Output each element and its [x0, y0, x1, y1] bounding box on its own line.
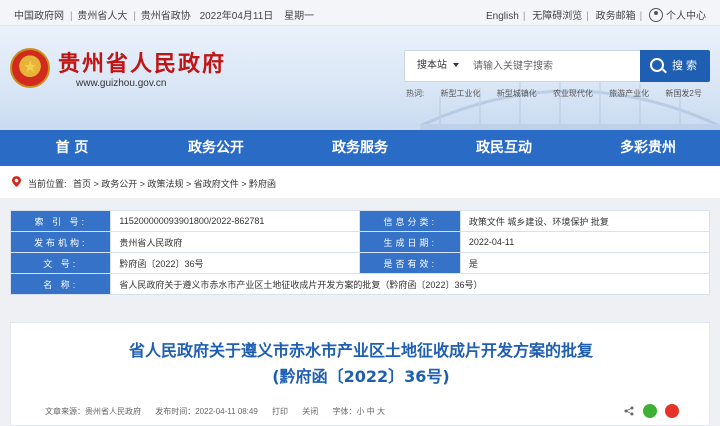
nav-item-home[interactable]: 首 页	[0, 130, 144, 166]
breadcrumb-path[interactable]: 首页 > 政务公开 > 政策法规 > 省政府文件 > 黔府函	[73, 179, 276, 189]
valid-value: 是	[459, 252, 711, 274]
table-row: 发布机构: 贵州省人民政府 生成日期: 2022-04-11	[9, 231, 711, 253]
table-row: 名 称: 省人民政府关于遵义市赤水市产业区土地征收成片开发方案的批复（黔府函〔2…	[9, 273, 710, 295]
category-label: 信息分类:	[359, 210, 461, 232]
current-date: 2022年04月11日	[199, 11, 274, 22]
top-bar: 中国政府网 | 贵州省人大 | 贵州省政协 2022年04月11日 星期一 Engl…	[0, 0, 720, 26]
search-bar: 搜本站 搜 索	[404, 50, 710, 82]
hot-word[interactable]: 旅游产业化	[609, 89, 649, 98]
user-icon[interactable]	[649, 8, 663, 22]
document-info-table: 索 引 号: 115200000093901800/2022-862781 信息…	[9, 210, 711, 295]
date-label: 生成日期:	[359, 231, 461, 253]
search-button[interactable]: 搜 索	[640, 50, 710, 82]
docno-value: 黔府函〔2022〕36号	[110, 252, 361, 274]
personal-center-link[interactable]: 个人中心	[666, 11, 706, 22]
article-title: 省人民政府关于遵义市赤水市产业区土地征收成片开发方案的批复	[128, 341, 593, 360]
share-icon[interactable]	[624, 406, 634, 416]
english-link[interactable]: English	[486, 11, 519, 22]
index-label: 索 引 号:	[9, 210, 112, 232]
nav-item-gov-affairs-open[interactable]: 政务公开	[144, 130, 288, 166]
article-source: 文章来源：贵州省人民政府	[45, 407, 141, 416]
search-button-label: 搜 索	[672, 60, 698, 72]
caret-down-icon	[453, 63, 459, 67]
hot-words: 热词: 新型工业化 新型城镇化 农业现代化 旅游产业化 新国发2号	[406, 88, 716, 99]
font-size-control[interactable]: 字体：小 中 大	[333, 407, 385, 416]
location-pin-icon	[12, 176, 21, 187]
search-icon	[650, 58, 664, 72]
search-scope-label: 搜本站	[417, 60, 447, 71]
site-url: www.guizhou.gov.cn	[76, 78, 167, 89]
search-input[interactable]	[467, 51, 643, 81]
current-weekday: 星期一	[284, 11, 315, 22]
close-link[interactable]: 关闭	[302, 407, 318, 416]
main-nav: 首 页 政务公开 政务服务 政民互动 多彩贵州	[0, 130, 720, 166]
issuer-label: 发布机构:	[9, 231, 112, 253]
weibo-icon[interactable]	[665, 403, 679, 418]
hot-word[interactable]: 农业现代化	[553, 89, 593, 98]
category-value: 政策文件 城乡建设、环境保护 批复	[459, 210, 711, 232]
site-header: 贵州省人民政府 www.guizhou.gov.cn 搜本站 搜 索 热词: 新…	[0, 26, 720, 130]
name-label: 名 称:	[9, 273, 112, 295]
wechat-icon[interactable]	[642, 403, 657, 418]
name-value: 省人民政府关于遵义市赤水市产业区土地征收成片开发方案的批复（黔府函〔2022〕3…	[110, 273, 710, 295]
top-right-links: English | 无障碍浏览 | 政务邮箱 | 个人中心	[486, 7, 706, 22]
search-scope-dropdown[interactable]: 搜本站	[405, 51, 465, 81]
link-provincial-congress[interactable]: 贵州省人大	[77, 11, 127, 22]
hot-word[interactable]: 新型工业化	[440, 89, 480, 98]
hot-word[interactable]: 新国发2号	[665, 89, 701, 98]
nav-item-colorful-guizhou[interactable]: 多彩贵州	[576, 130, 720, 166]
article-meta: 文章来源：贵州省人民政府 发布时间：2022-04-11 08:49 打印 关闭…	[45, 406, 397, 417]
valid-label: 是否有效:	[359, 252, 461, 274]
date-value: 2022-04-11	[459, 231, 711, 253]
national-emblem-icon	[10, 48, 50, 88]
table-row: 索 引 号: 115200000093901800/2022-862781 信息…	[9, 210, 711, 232]
table-row: 文 号: 黔府函〔2022〕36号 是否有效: 是	[9, 252, 711, 274]
article-doc-number: (黔府函〔2022〕36号)	[272, 367, 450, 386]
issuer-value: 贵州省人民政府	[110, 231, 361, 253]
docno-label: 文 号:	[9, 252, 112, 274]
hot-word[interactable]: 新型城镇化	[497, 89, 537, 98]
print-link[interactable]: 打印	[272, 407, 288, 416]
site-title[interactable]: 贵州省人民政府	[58, 46, 226, 78]
index-value: 115200000093901800/2022-862781	[110, 210, 361, 232]
accessibility-link[interactable]: 无障碍浏览	[532, 11, 582, 22]
nav-item-gov-services[interactable]: 政务服务	[288, 130, 432, 166]
gov-mail-link[interactable]: 政务邮箱	[596, 11, 636, 22]
breadcrumb-label: 当前位置:	[28, 179, 67, 189]
article: 省人民政府关于遵义市赤水市产业区土地征收成片开发方案的批复 (黔府函〔2022〕…	[10, 322, 710, 426]
link-provincial-cppcc[interactable]: 贵州省政协	[141, 11, 191, 22]
nav-item-interaction[interactable]: 政民互动	[432, 130, 576, 166]
top-links: 中国政府网 | 贵州省人大 | 贵州省政协 2022年04月11日 星期一	[14, 11, 315, 22]
share-bar	[624, 402, 679, 420]
link-central-gov[interactable]: 中国政府网	[14, 11, 64, 22]
hot-words-label: 热词:	[406, 89, 425, 98]
article-published: 发布时间：2022-04-11 08:49	[155, 407, 258, 416]
breadcrumb: 当前位置: 首页 > 政务公开 > 政策法规 > 省政府文件 > 黔府函	[0, 166, 720, 198]
